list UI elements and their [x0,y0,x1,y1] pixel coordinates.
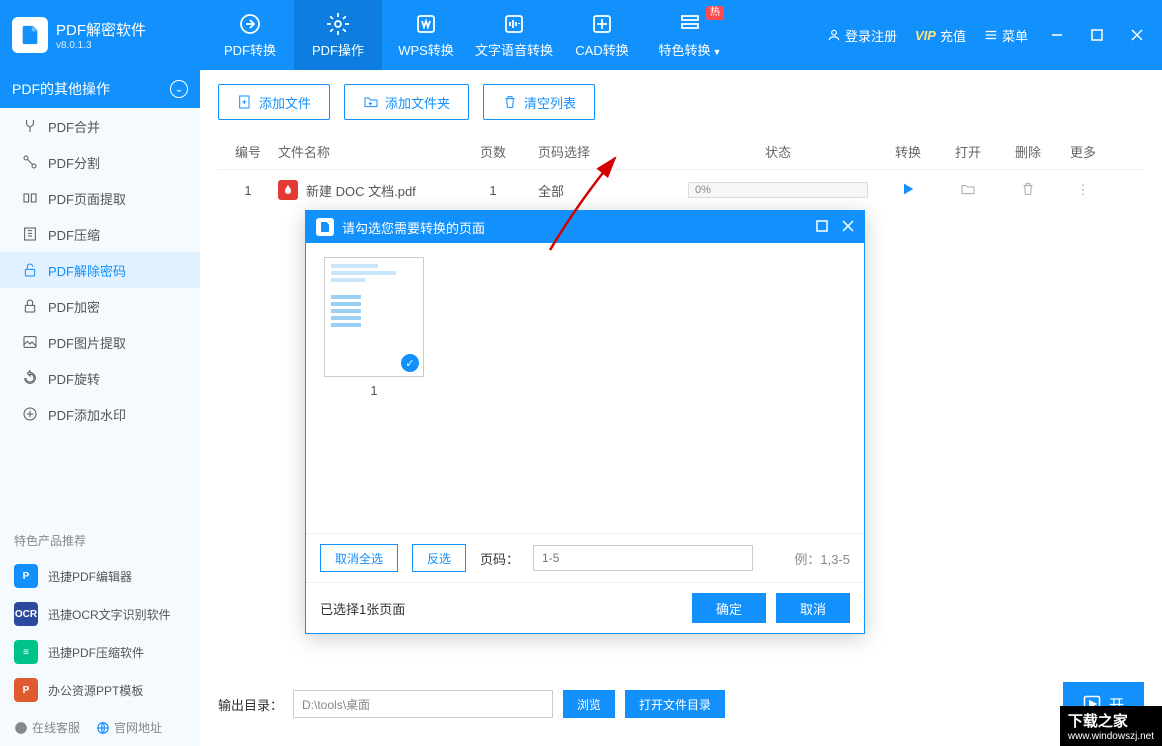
promo-icon: P [14,678,38,702]
watermark: 下载之家 www.windowszj.net [1060,706,1162,746]
page-thumbnail[interactable]: ✓ 1 [320,257,428,398]
page-range-input[interactable] [533,545,753,571]
add-folder-button[interactable]: 添加文件夹 [344,84,469,120]
sidebar-item-compress[interactable]: PDF压缩 [0,216,200,252]
promo-icon: OCR [14,602,38,626]
sidebar-item-rotate[interactable]: PDF旋转 [0,360,200,396]
modal-close-button[interactable] [842,220,854,235]
check-icon: ✓ [401,354,419,372]
convert-button[interactable] [878,181,938,200]
sidebar-item-extract-pages[interactable]: PDF页面提取 [0,180,200,216]
delete-button[interactable] [998,181,1058,200]
online-support-link[interactable]: 在线客服 [14,719,80,736]
page-select-cell[interactable]: 全部 [538,181,678,200]
minimize-button[interactable] [1046,24,1068,46]
open-folder-button[interactable]: 打开文件目录 [625,690,725,718]
tab-pdf-convert[interactable]: PDF转换 [206,0,294,70]
sidebar-item-remove-password[interactable]: PDF解除密码 [0,252,200,288]
open-button[interactable] [938,181,998,200]
page-select-modal: 请勾选您需要转换的页面 ✓ 1 取消全选 反选 页码： [305,210,865,634]
invert-selection-button[interactable]: 反选 [412,544,466,572]
pdf-file-icon [278,180,298,200]
page-label: 页码： [480,549,519,568]
sidebar-item-merge[interactable]: PDF合并 [0,108,200,144]
table-row: 1 新建 DOC 文档.pdf 1 全部 0% ⋮ [218,170,1144,210]
vip-recharge-link[interactable]: VIP充值 [915,26,966,45]
more-button[interactable]: ⋮ [1058,182,1108,198]
official-site-link[interactable]: 官网地址 [96,719,162,736]
app-logo-icon [12,17,48,53]
output-label: 输出目录： [218,695,283,714]
chevron-down-icon: ⌄ [170,80,188,98]
tab-tts-convert[interactable]: 文字语音转换 [470,0,558,70]
sidebar-item-watermark[interactable]: PDF添加水印 [0,396,200,432]
sidebar-item-encrypt[interactable]: PDF加密 [0,288,200,324]
promo-pdf-editor[interactable]: P迅捷PDF编辑器 [0,557,200,595]
tab-cad-convert[interactable]: CAD转换 [558,0,646,70]
sidebar-item-split[interactable]: PDF分割 [0,144,200,180]
ok-button[interactable]: 确定 [692,593,766,623]
tab-special-convert[interactable]: 热特色转换▼ [646,0,734,70]
promo-icon: ≡ [14,640,38,664]
browse-button[interactable]: 浏览 [563,690,615,718]
tab-wps-convert[interactable]: WPS转换 [382,0,470,70]
promo-ocr[interactable]: OCR迅捷OCR文字识别软件 [0,595,200,633]
page-example: 例：1,3-5 [794,549,850,568]
app-version: v8.0.1.3 [56,40,146,51]
app-logo-area: PDF解密软件 v8.0.1.3 [8,17,206,53]
sidebar-item-extract-images[interactable]: PDF图片提取 [0,324,200,360]
login-register-link[interactable]: 登录注册 [827,26,897,45]
chevron-down-icon: ▼ [713,47,722,57]
deselect-all-button[interactable]: 取消全选 [320,544,398,572]
close-button[interactable] [1126,24,1148,46]
sidebar-header[interactable]: PDF的其他操作 ⌄ [0,70,200,108]
output-path-input[interactable] [293,690,553,718]
add-file-button[interactable]: 添加文件 [218,84,330,120]
clear-list-button[interactable]: 清空列表 [483,84,595,120]
table-header: 编号 文件名称 页数 页码选择 状态 转换 打开 删除 更多 [218,134,1144,170]
app-title: PDF解密软件 [56,19,146,40]
promo-compress[interactable]: ≡迅捷PDF压缩软件 [0,633,200,671]
modal-logo-icon [316,218,334,236]
promo-title: 特色产品推荐 [0,524,200,557]
modal-title: 请勾选您需要转换的页面 [342,218,485,237]
cancel-button[interactable]: 取消 [776,593,850,623]
promo-ppt[interactable]: P办公资源PPT模板 [0,671,200,709]
menu-button[interactable]: 菜单 [984,26,1028,45]
main-tabs: PDF转换 PDF操作 WPS转换 文字语音转换 CAD转换 热特色转换▼ [206,0,734,70]
modal-maximize-button[interactable] [816,220,828,235]
selected-count: 已选择1张页面 [320,599,405,618]
tab-pdf-operate[interactable]: PDF操作 [294,0,382,70]
maximize-button[interactable] [1086,24,1108,46]
progress-bar: 0% [688,182,868,198]
promo-icon: P [14,564,38,588]
hot-badge: 热 [706,6,724,20]
